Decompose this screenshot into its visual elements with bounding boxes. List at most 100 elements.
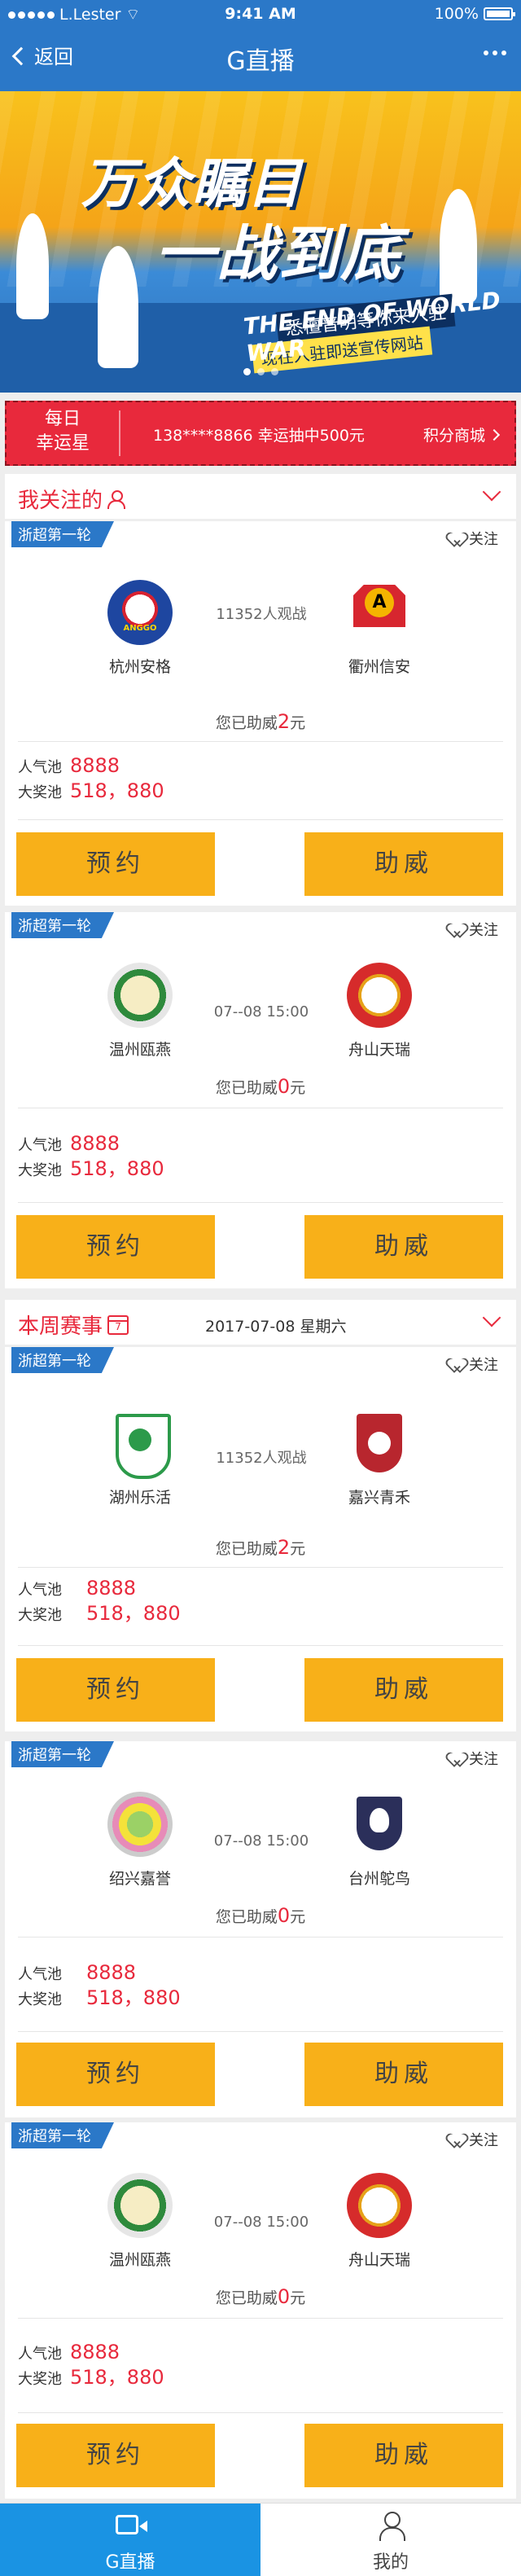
away-team[interactable]: 舟山天瑞 [314,2173,444,2270]
pool-info: 人气池 8888 大奖池 518，880 [18,1132,164,1180]
status-bar: L.Lester ⌔ 9:41 AM 100% [0,0,521,28]
tab-label: G直播 [105,2552,155,2573]
team-logo [347,580,412,645]
video-camera-icon [116,2515,147,2534]
pop-pool-value: 8888 [86,1961,137,1984]
section-header[interactable]: 我关注的 [5,474,516,520]
support-amount: 您已助威0元 [215,2285,306,2308]
promo-banner[interactable]: 万众瞩目 一战到底 悉檀普明等你来入驻 现在入驻即送宣传网站 THE END O… [0,91,521,393]
team-name: 台州鸵鸟 [348,1870,410,1888]
tab-bar: G直播 我的 [0,2503,521,2576]
calendar-icon: 7 [107,1314,129,1335]
round-tag: 浙超第一轮 [11,912,114,938]
round-tag: 浙超第一轮 [11,1347,114,1373]
section-this-week: 本周赛事 7 2017-07-08 星期六 [5,1300,516,1345]
heart-icon [451,923,466,936]
reserve-button[interactable]: 预约 [16,2424,215,2487]
team-name: 衢州信安 [348,658,410,676]
user-icon [379,2512,405,2541]
tab-label: 我的 [372,2552,409,2573]
away-team[interactable]: 嘉兴青禾 [314,1411,444,1507]
prize-pool-value: 518，880 [70,2366,164,2389]
team-logo [107,2173,173,2238]
follow-button[interactable]: 关注 [451,919,498,940]
chevron-right-icon [488,428,501,441]
reserve-button[interactable]: 预约 [16,1215,215,1279]
section-following: 我关注的 [5,474,516,520]
heart-icon [451,532,466,545]
away-team[interactable]: 衢州信安 [314,580,444,677]
heart-icon [451,1752,466,1765]
round-tag: 浙超第一轮 [11,1741,114,1767]
player-figure [440,189,477,303]
section-header[interactable]: 本周赛事 7 2017-07-08 星期六 [5,1300,516,1345]
team-logo [347,1792,412,1857]
reserve-button[interactable]: 预约 [16,2043,215,2106]
support-amount: 您已助威0元 [215,1075,306,1098]
more-icon[interactable] [484,50,506,55]
away-team[interactable]: 舟山天瑞 [314,963,444,1060]
tab-live[interactable]: G直播 [0,2504,260,2576]
battery-icon [484,7,515,20]
pop-pool-value: 8888 [70,754,120,777]
pool-info: 人气池 8888 大奖池 518，880 [18,1961,181,2009]
team-logo [107,580,173,645]
chevron-down-icon[interactable] [482,482,501,502]
heart-icon [451,1358,466,1371]
team-logo [107,1411,173,1479]
team-logo [107,1792,173,1857]
away-team[interactable]: 台州鸵鸟 [314,1792,444,1889]
section-date: 2017-07-08 星期六 [205,1318,347,1336]
home-team[interactable]: 杭州安格 [75,580,205,677]
lucky-label: 每日 幸运星 [35,409,90,454]
cheer-button[interactable]: 助威 [304,2424,503,2487]
team-name: 绍兴嘉誉 [108,1870,171,1888]
pop-pool-value: 8888 [86,1577,137,1600]
team-name: 舟山天瑞 [348,1041,410,1059]
chevron-down-icon[interactable] [482,1308,501,1327]
match-card: 浙超第一轮 关注 温州瓯燕 07--08 15:00 舟山天瑞 您已助威0元 人… [5,2122,516,2499]
follow-button[interactable]: 关注 [451,1748,498,1769]
match-card: 浙超第一轮 关注 绍兴嘉誉 07--08 15:00 台州鸵鸟 您已助威0元 人… [5,1741,516,2117]
reserve-button[interactable]: 预约 [16,832,215,896]
heart-icon [451,2133,466,2146]
banner-headline-2: 一战到底 [155,219,402,289]
team-name: 舟山天瑞 [348,2251,410,2269]
player-figure [16,213,49,319]
prize-pool-value: 518，880 [70,1157,164,1180]
team-name: 温州瓯燕 [108,1041,171,1059]
cheer-button[interactable]: 助威 [304,2043,503,2106]
tab-mine[interactable]: 我的 [260,2504,521,2576]
team-logo [347,1411,412,1476]
follow-button[interactable]: 关注 [451,1354,498,1375]
page-title: G直播 [226,47,295,76]
banner-pager [0,368,521,375]
support-amount: 您已助威2元 [215,1536,306,1559]
team-logo [347,963,412,1028]
round-tag: 浙超第一轮 [11,2122,114,2148]
pop-pool-value: 8888 [70,2341,120,2363]
section-title: 我关注的 [18,489,103,513]
section-title: 本周赛事 [18,1314,103,1339]
round-tag: 浙超第一轮 [11,521,114,547]
person-icon [107,489,126,509]
nav-bar: 返回 G直播 [0,33,521,81]
player-figure [98,246,138,368]
reserve-button[interactable]: 预约 [16,1658,215,1722]
points-shop-link[interactable]: 积分商城 [423,423,501,445]
prize-pool-value: 518，880 [70,779,164,802]
follow-button[interactable]: 关注 [451,2129,498,2150]
team-name: 杭州安格 [108,658,171,676]
cheer-button[interactable]: 助威 [304,1658,503,1722]
pool-info: 人气池 8888 大奖池 518，880 [18,2341,164,2389]
prize-pool-value: 518，880 [86,1602,181,1625]
match-card: 浙超第一轮 关注 杭州安格 11352人观战 衢州信安 您已助威2元 人气池88… [5,521,516,906]
match-card: 浙超第一轮 关注 温州瓯燕 07--08 15:00 舟山天瑞 您已助威0元 人… [5,912,516,1288]
battery-percent: 100% [434,5,479,23]
cheer-button[interactable]: 助威 [304,1215,503,1279]
pool-info: 人气池 8888 大奖池 518，880 [18,1577,181,1625]
support-amount: 您已助威0元 [215,1904,306,1927]
lucky-message: 138****8866 幸运抽中500元 [153,427,365,445]
follow-button[interactable]: 关注 [451,528,498,549]
cheer-button[interactable]: 助威 [304,832,503,896]
